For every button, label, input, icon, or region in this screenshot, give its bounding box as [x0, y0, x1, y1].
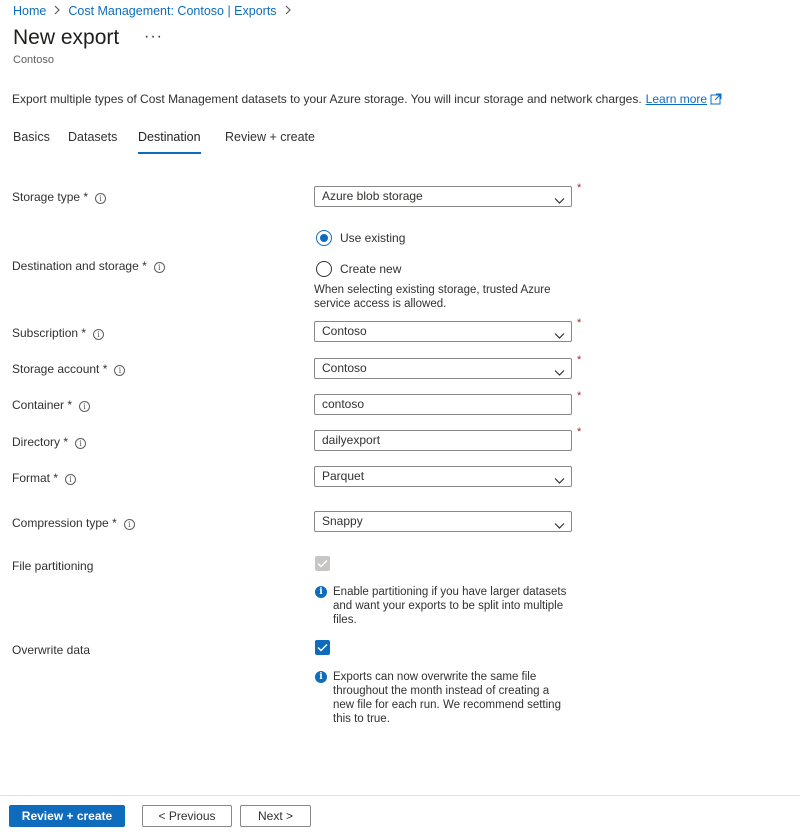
container-label: Container * i: [12, 398, 91, 412]
chevron-down-icon: [554, 517, 565, 536]
destination-storage-label: Destination and storage * i: [12, 259, 165, 273]
required-marker: *: [577, 426, 582, 438]
info-icon[interactable]: i: [75, 438, 87, 449]
use-existing-radio[interactable]: Use existing: [316, 230, 405, 246]
subscription-label: Subscription * i: [12, 326, 105, 340]
info-icon[interactable]: i: [65, 474, 77, 485]
info-icon[interactable]: i: [114, 365, 126, 376]
info-filled-icon: i: [315, 586, 327, 598]
directory-label: Directory * i: [12, 435, 87, 449]
overwrite-data-label: Overwrite data: [12, 643, 91, 657]
info-icon[interactable]: i: [95, 193, 107, 204]
page-title: New export: [13, 26, 120, 49]
breadcrumb: Home Cost Management: Contoso | Exports: [13, 4, 299, 18]
storage-account-dropdown[interactable]: Contoso: [314, 358, 572, 379]
tab-datasets[interactable]: Datasets: [68, 130, 117, 144]
info-filled-icon: i: [315, 671, 327, 683]
description-text: Export multiple types of Cost Management…: [12, 92, 642, 106]
format-dropdown[interactable]: Parquet: [314, 466, 572, 487]
info-icon[interactable]: i: [153, 262, 165, 273]
chevron-down-icon: [554, 472, 565, 491]
storage-account-label: Storage account * i: [12, 362, 126, 376]
directory-input[interactable]: dailyexport: [314, 430, 572, 451]
description: Export multiple types of Cost Management…: [12, 92, 722, 108]
compression-type-dropdown[interactable]: Snappy: [314, 511, 572, 532]
external-link-icon[interactable]: [710, 93, 722, 108]
container-input[interactable]: contoso: [314, 394, 572, 415]
required-marker: *: [577, 317, 582, 329]
more-options-button[interactable]: ···: [144, 28, 163, 46]
info-icon[interactable]: i: [79, 401, 91, 412]
previous-button[interactable]: < Previous: [142, 805, 232, 827]
file-partitioning-info: i Enable partitioning if you have larger…: [315, 585, 570, 627]
storage-type-label: Storage type * i: [12, 190, 107, 204]
required-marker: *: [577, 354, 582, 366]
compression-type-label: Compression type * i: [12, 516, 135, 530]
info-icon[interactable]: i: [93, 329, 105, 340]
chevron-down-icon: [554, 364, 565, 383]
breadcrumb-parent-link[interactable]: Cost Management: Contoso | Exports: [68, 4, 276, 18]
required-marker: *: [577, 182, 582, 194]
learn-more-link[interactable]: Learn more: [646, 92, 707, 106]
storage-type-dropdown[interactable]: Azure blob storage: [314, 186, 572, 207]
next-button[interactable]: Next >: [240, 805, 311, 827]
subscription-dropdown[interactable]: Contoso: [314, 321, 572, 342]
file-partitioning-label: File partitioning: [12, 559, 94, 573]
chevron-right-icon: [284, 4, 292, 18]
footer-bar: Review + create < Previous Next >: [0, 795, 800, 838]
overwrite-data-info: i Exports can now overwrite the same fil…: [315, 670, 565, 726]
page-subtitle: Contoso: [13, 54, 54, 66]
breadcrumb-home-link[interactable]: Home: [13, 4, 46, 18]
tab-review-create[interactable]: Review + create: [225, 130, 315, 144]
file-partitioning-checkbox: [315, 556, 330, 571]
overwrite-data-checkbox[interactable]: [315, 640, 330, 655]
create-new-radio[interactable]: Create new: [316, 261, 401, 277]
info-icon[interactable]: i: [123, 519, 135, 530]
tab-basics[interactable]: Basics: [13, 130, 50, 144]
chevron-right-icon: [53, 4, 61, 18]
required-marker: *: [577, 390, 582, 402]
destination-note: When selecting existing storage, trusted…: [314, 284, 551, 310]
chevron-down-icon: [554, 327, 565, 346]
format-label: Format * i: [12, 471, 77, 485]
review-create-button[interactable]: Review + create: [9, 805, 125, 827]
chevron-down-icon: [554, 192, 565, 211]
tab-destination[interactable]: Destination: [138, 130, 201, 154]
